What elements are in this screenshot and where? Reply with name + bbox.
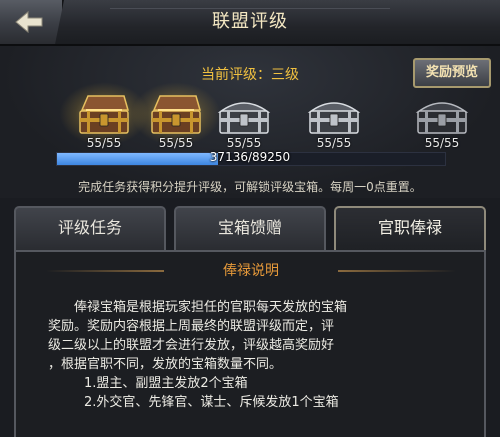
description-line: 奖励。奖励内容根据上周最终的联盟评级而定，评 (48, 319, 335, 334)
back-arrow-icon (15, 10, 43, 34)
progress-text: 37136/89250 (209, 150, 291, 164)
reward-chest-icon[interactable] (304, 92, 364, 136)
reward-chest-icon[interactable] (146, 92, 206, 136)
back-button[interactable] (0, 0, 64, 44)
current-rank-label: 当前评级：三级 (201, 67, 299, 83)
chest-count: 55/55 (86, 136, 122, 150)
rule-item: 2.外交官、先锋官、谋士、斥候发放1个宝箱 (84, 395, 339, 410)
chest-count: 55/55 (226, 136, 262, 150)
reward-chest-icon[interactable] (74, 92, 134, 136)
title-bar: 联盟评级 (0, 0, 500, 46)
section-title: 俸禄说明 (223, 263, 279, 279)
chest-count: 55/55 (316, 136, 352, 150)
section-header: 俸禄说明 (46, 260, 456, 282)
description-line: 俸禄宝箱是根据玩家担任的官职每天发放的宝箱 (74, 300, 348, 315)
description-line: ，根据官职不同，发放的宝箱数量不同。 (48, 357, 283, 372)
tab-rank-tasks[interactable]: 评级任务 (14, 206, 166, 250)
reward-chest-icon[interactable] (214, 92, 274, 136)
page-title: 联盟评级 (212, 11, 288, 32)
reward-preview-button[interactable]: 奖励预览 (413, 58, 491, 88)
rank-area: 当前评级：三级 奖励预览 55/55 55/55 55/55 55/55 55/55 3… (0, 46, 500, 198)
rule-item: 1.盟主、副盟主发放2个宝箱 (84, 376, 248, 391)
tab-official-salary[interactable]: 官职俸禄 (334, 206, 486, 250)
chest-count: 55/55 (424, 136, 460, 150)
reward-chest-icon[interactable] (412, 92, 472, 136)
rank-hint: 完成任务获得积分提升评级，可解锁评级宝箱。每周一0点重置。 (78, 180, 422, 194)
salary-description: 俸禄宝箱是根据玩家担任的官职每天发放的宝箱 奖励。奖励内容根据上周最终的联盟评级… (48, 298, 453, 412)
chest-count: 55/55 (158, 136, 194, 150)
description-line: 级二级以上的联盟才会进行发放，评级越高奖励好 (48, 338, 335, 353)
section-divider-left (46, 270, 164, 272)
tab-chest-gift[interactable]: 宝箱馈赠 (174, 206, 326, 250)
tab-bar: 评级任务 宝箱馈赠 官职俸禄 (14, 206, 486, 250)
section-divider-right (338, 270, 456, 272)
salary-panel: 俸禄说明 俸禄宝箱是根据玩家担任的官职每天发放的宝箱 奖励。奖励内容根据上周最终… (14, 250, 486, 437)
